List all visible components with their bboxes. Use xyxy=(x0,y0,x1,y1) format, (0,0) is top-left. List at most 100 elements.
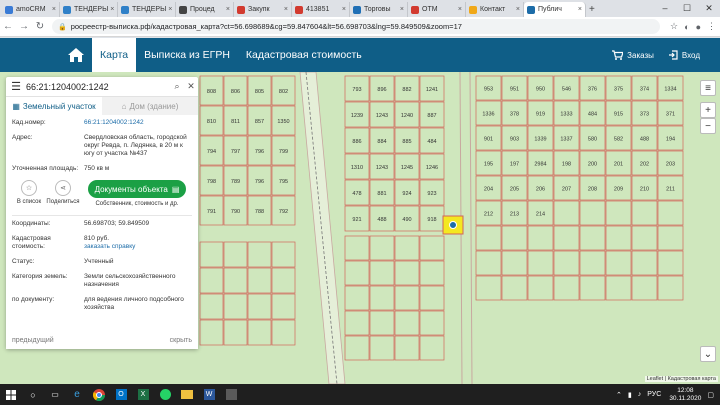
land-parcel[interactable] xyxy=(247,241,272,268)
land-parcel[interactable] xyxy=(369,260,395,286)
land-parcel[interactable] xyxy=(419,335,445,361)
land-parcel[interactable] xyxy=(344,310,370,336)
tab-close-icon[interactable]: × xyxy=(108,6,114,13)
tray-expand-icon[interactable]: ⌃ xyxy=(616,391,622,399)
volume-icon[interactable]: ♪ xyxy=(638,391,642,398)
nav-map[interactable]: Карта xyxy=(92,38,137,72)
tab-building[interactable]: ⌂ Дом (здание) xyxy=(102,97,198,115)
land-parcel[interactable] xyxy=(527,250,554,276)
close-icon[interactable]: ✕ xyxy=(184,81,198,92)
url-field[interactable]: 🔒 росреестр-выписка.рф/кадастровая_карта… xyxy=(52,19,661,34)
pager-collapse-link[interactable]: скрыть xyxy=(170,337,192,344)
land-parcel[interactable] xyxy=(657,200,684,226)
land-parcel[interactable] xyxy=(223,293,248,320)
tab-close-icon[interactable]: × xyxy=(166,6,172,13)
land-parcel[interactable] xyxy=(553,200,580,226)
search-taskbar-icon[interactable]: ○ xyxy=(22,384,44,405)
notifications-icon[interactable]: ▢ xyxy=(707,391,714,399)
word-icon[interactable]: W xyxy=(198,384,220,405)
zoom-in-icon[interactable]: + xyxy=(700,102,716,118)
tab-land-plot[interactable]: ▦ Земельный участок xyxy=(6,97,102,115)
land-parcel[interactable] xyxy=(631,275,658,301)
extensions-icon[interactable]: ◐ xyxy=(684,22,689,32)
share-button[interactable]: ⋖ Поделиться xyxy=(46,180,80,205)
land-parcel[interactable] xyxy=(553,250,580,276)
browser-tab[interactable]: Закупк × xyxy=(234,2,292,17)
land-parcel[interactable] xyxy=(657,275,684,301)
forward-icon[interactable]: → xyxy=(16,21,32,32)
cadastral-search-input[interactable] xyxy=(26,81,146,92)
browser-tab[interactable]: Торговы × xyxy=(350,2,408,17)
land-parcel[interactable] xyxy=(247,319,272,346)
land-parcel[interactable] xyxy=(579,200,606,226)
outlook-icon[interactable]: O xyxy=(110,384,132,405)
add-to-list-button[interactable]: ☆ В список xyxy=(12,180,46,205)
search-icon[interactable]: ⌕ xyxy=(170,81,184,92)
land-parcel[interactable] xyxy=(369,285,395,311)
nav-egrn-extract[interactable]: Выписка из ЕГРН xyxy=(136,38,238,72)
network-icon[interactable]: ▮ xyxy=(628,391,632,399)
orders-button[interactable]: Заказы xyxy=(612,50,654,60)
minimize-icon[interactable]: – xyxy=(654,0,676,17)
maximize-icon[interactable]: ☐ xyxy=(676,0,698,17)
land-parcel[interactable] xyxy=(271,319,296,346)
land-parcel[interactable] xyxy=(419,260,445,286)
land-parcel[interactable] xyxy=(553,225,580,251)
land-parcel[interactable] xyxy=(419,310,445,336)
land-parcel[interactable] xyxy=(579,275,606,301)
land-parcel[interactable] xyxy=(419,285,445,311)
nav-cadastral-cost[interactable]: Кадастровая стоимость xyxy=(238,38,370,72)
tab-close-icon[interactable]: × xyxy=(514,6,520,13)
land-parcel[interactable] xyxy=(271,267,296,294)
tab-close-icon[interactable]: × xyxy=(456,6,462,13)
star-icon[interactable]: ☆ xyxy=(670,21,678,32)
new-tab-icon[interactable]: + xyxy=(589,2,595,17)
tab-close-icon[interactable]: × xyxy=(50,6,56,13)
land-parcel[interactable] xyxy=(344,235,370,261)
land-parcel[interactable] xyxy=(223,267,248,294)
land-parcel[interactable] xyxy=(199,241,224,268)
land-parcel[interactable] xyxy=(631,225,658,251)
tab-close-icon[interactable]: × xyxy=(340,6,346,13)
home-icon[interactable] xyxy=(60,38,92,72)
land-parcel[interactable] xyxy=(369,310,395,336)
land-parcel[interactable] xyxy=(199,267,224,294)
land-parcel[interactable] xyxy=(394,335,420,361)
tab-close-icon[interactable]: × xyxy=(576,6,582,13)
object-documents-button[interactable]: Документы объекта ▤ xyxy=(88,180,186,198)
land-parcel[interactable] xyxy=(344,285,370,311)
land-parcel[interactable] xyxy=(475,225,502,251)
land-parcel[interactable] xyxy=(271,241,296,268)
land-parcel[interactable] xyxy=(199,319,224,346)
browser-tab[interactable]: Публич × xyxy=(524,2,586,17)
profile-icon[interactable]: ● xyxy=(696,22,701,32)
land-parcel[interactable] xyxy=(419,235,445,261)
land-parcel[interactable] xyxy=(199,293,224,320)
whatsapp-icon[interactable] xyxy=(154,384,176,405)
land-parcel[interactable] xyxy=(579,225,606,251)
browser-tab[interactable]: Контакт × xyxy=(466,2,524,17)
tab-close-icon[interactable]: × xyxy=(398,6,404,13)
land-parcel[interactable] xyxy=(631,200,658,226)
land-parcel[interactable] xyxy=(344,335,370,361)
land-parcel[interactable] xyxy=(605,275,632,301)
language-indicator[interactable]: РУС xyxy=(647,391,661,398)
land-parcel[interactable] xyxy=(394,285,420,311)
excel-icon[interactable]: X xyxy=(132,384,154,405)
back-icon[interactable]: ← xyxy=(0,21,16,32)
browser-tab[interactable]: 413851 × xyxy=(292,2,350,17)
land-parcel[interactable] xyxy=(501,250,528,276)
login-button[interactable]: Вход xyxy=(668,50,700,60)
land-parcel[interactable] xyxy=(475,250,502,276)
land-parcel[interactable] xyxy=(394,235,420,261)
browser-tab[interactable]: Процед × xyxy=(176,2,234,17)
land-parcel[interactable] xyxy=(223,319,248,346)
land-parcel[interactable] xyxy=(247,293,272,320)
land-parcel[interactable] xyxy=(605,250,632,276)
land-parcel[interactable] xyxy=(271,293,296,320)
land-parcel[interactable] xyxy=(475,275,502,301)
land-parcel[interactable] xyxy=(369,235,395,261)
land-parcel[interactable] xyxy=(394,310,420,336)
close-window-icon[interactable]: ✕ xyxy=(698,0,720,17)
land-parcel[interactable] xyxy=(527,225,554,251)
